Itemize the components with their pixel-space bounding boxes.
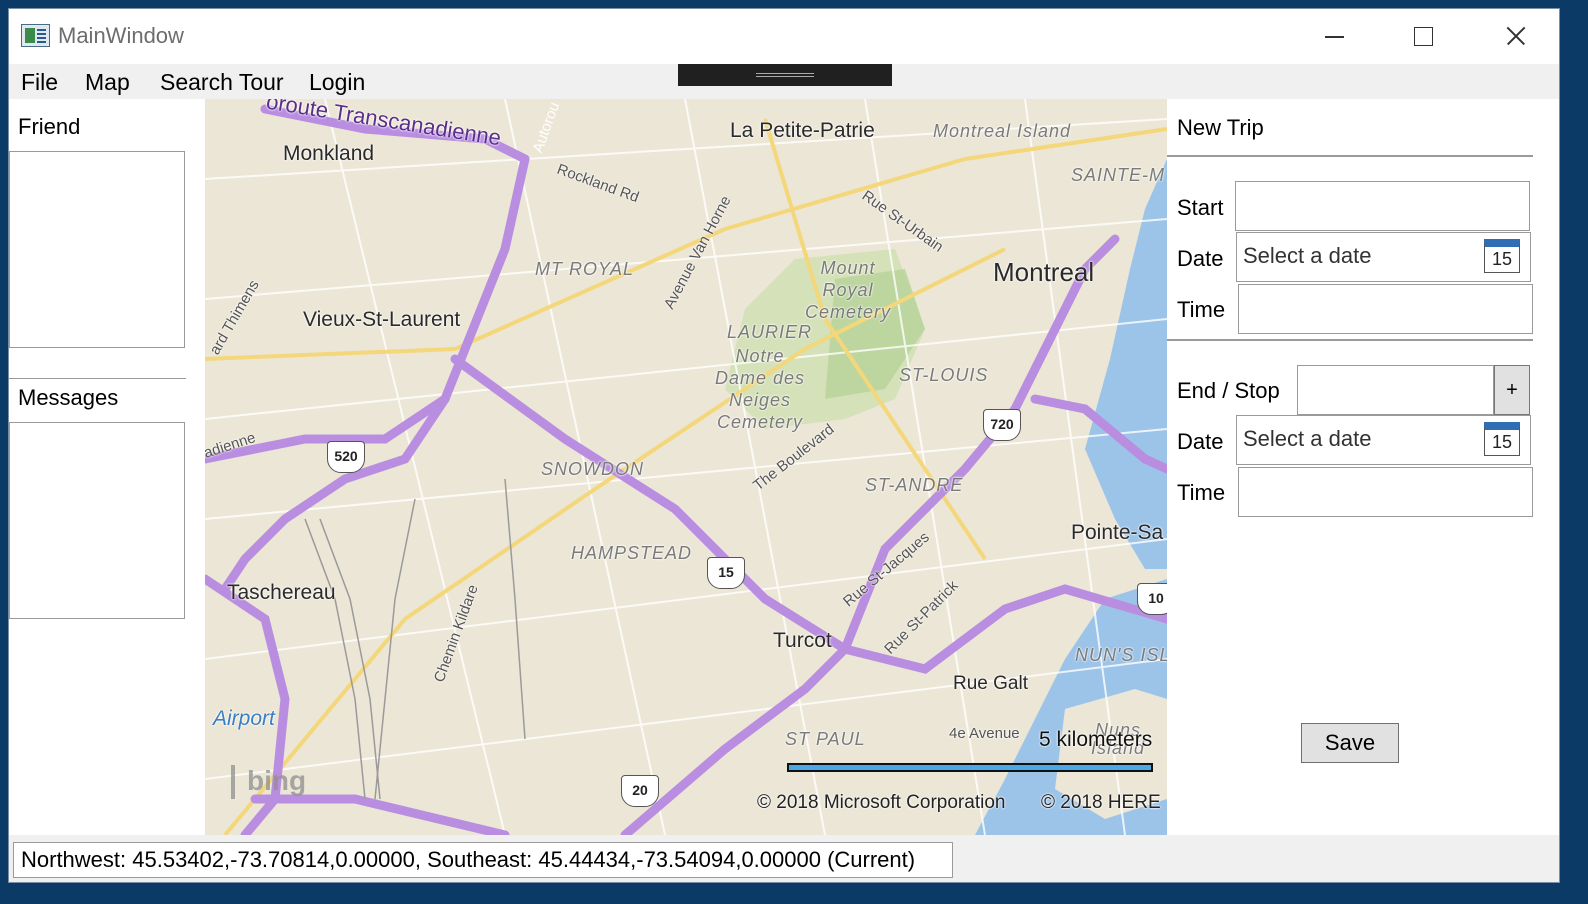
title-bar[interactable]: MainWindow [9,9,1559,64]
end-date-label: Date [1177,429,1224,454]
start-time-input[interactable] [1238,284,1533,334]
map-label: Notre Dame des Neiges Cemetery [714,346,806,432]
map-label: SAINTE-M [1071,165,1166,185]
map-label: ST-LOUIS [899,365,989,385]
map-label: Turcot [773,629,832,652]
calendar-icon[interactable]: 15 [1484,422,1520,456]
messages-label: Messages [18,385,119,410]
map-label: Airport [213,707,275,730]
highway-shield: 520 [327,441,365,473]
map-label: Mount Royal Cemetery [804,258,892,322]
drag-handle[interactable] [678,64,892,86]
add-stop-button[interactable]: + [1494,365,1530,415]
start-date-picker[interactable]: Select a date 15 [1236,232,1531,282]
friend-label: Friend [18,114,81,139]
menu-login[interactable]: Login [309,69,365,96]
trip-divider [1167,339,1533,341]
map-label: Montreal Island [933,121,1072,141]
map-label: ST-ANDRE [865,475,964,495]
left-divider [9,378,186,379]
start-label: Start [1177,195,1224,220]
left-panel: Friend Messages [9,99,205,835]
copyright-here: © 2018 HERE [1041,792,1161,813]
copyright-microsoft: © 2018 Microsoft Corporation [757,792,1006,813]
trip-divider [1167,155,1533,157]
scale-label: 5 kilometers [1039,728,1153,751]
menu-search-tour[interactable]: Search Tour [160,69,284,96]
menu-map[interactable]: Map [85,69,130,96]
highway-shield: 10 [1137,583,1167,615]
trip-title: New Trip [1177,115,1264,140]
map-label: MT ROYAL [535,259,635,279]
main-window: MainWindow File Map Search Tour Login Fr… [8,8,1560,883]
map-label: Vieux-St-Laurent [303,308,461,331]
close-button[interactable] [1469,9,1559,64]
save-button[interactable]: Save [1301,723,1399,763]
start-date-label: Date [1177,246,1224,271]
map-label: Rue Galt [953,673,1028,694]
map-label: SNOWDON [541,459,644,479]
end-date-picker[interactable]: Select a date 15 [1236,415,1531,465]
end-time-label: Time [1177,480,1226,505]
bing-logo: bing [247,765,307,796]
map-view[interactable]: La Petite-Patrie Montreal Island Monklan… [205,99,1167,835]
menu-file[interactable]: File [21,69,58,96]
menu-bar: File Map Search Tour Login [9,64,1559,99]
status-bar: Northwest: 45.53402,-73.70814,0.00000, S… [9,835,1559,882]
maximize-button[interactable] [1379,9,1471,64]
map-label: LAURIER [727,322,813,342]
map-label: NUN'S ISL [1075,645,1167,665]
app-icon [21,24,50,47]
start-date-placeholder: Select a date [1243,243,1372,268]
calendar-icon[interactable]: 15 [1484,239,1520,273]
map-label: 4e Avenue [949,725,1020,742]
end-stop-input[interactable] [1297,365,1494,415]
messages-list[interactable] [9,422,185,619]
end-time-input[interactable] [1238,467,1533,517]
map-label: La Petite-Patrie [730,119,875,142]
highway-shield: 720 [983,409,1021,441]
friend-list[interactable] [9,151,185,348]
map-label: Pointe-Sa [1071,521,1164,544]
end-stop-label: End / Stop [1177,378,1280,403]
trip-panel: New Trip Start Date Select a date 15 Tim… [1167,99,1559,835]
end-date-placeholder: Select a date [1243,426,1372,451]
start-time-label: Time [1177,297,1226,322]
map-label: Monkland [283,142,375,165]
map-label: Montreal [993,257,1095,287]
start-input[interactable] [1235,181,1530,231]
map-label: ST PAUL [785,729,866,749]
map-label: HAMPSTEAD [571,543,693,563]
bing-logo-icon [231,765,245,799]
highway-shield: 15 [707,557,745,589]
window-title: MainWindow [58,23,184,48]
scale-bar [787,763,1153,772]
minimize-button[interactable] [1289,9,1381,64]
coordinates-readout: Northwest: 45.53402,-73.70814,0.00000, S… [13,842,953,878]
map-label: Taschereau [227,581,336,604]
highway-shield: 20 [621,775,659,807]
